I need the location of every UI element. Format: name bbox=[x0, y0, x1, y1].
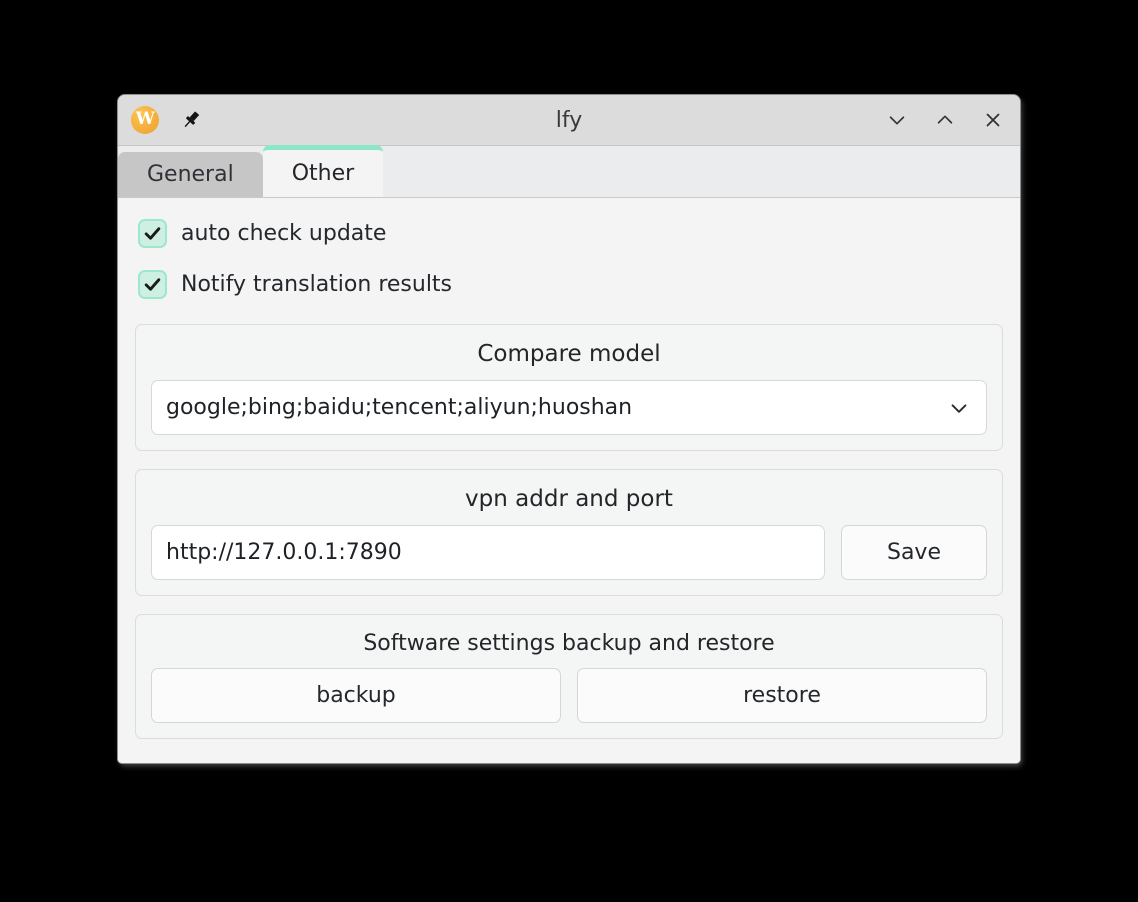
restore-button[interactable]: restore bbox=[577, 668, 987, 723]
backup-restore-group: Software settings backup and restore bac… bbox=[135, 614, 1003, 739]
chevron-down-icon bbox=[889, 116, 905, 125]
close-button[interactable] bbox=[978, 105, 1008, 135]
chevron-up-icon bbox=[937, 115, 953, 124]
compare-model-select[interactable]: google;bing;baidu;tencent;aliyun;huoshan bbox=[151, 380, 987, 435]
option-label: Notify translation results bbox=[181, 271, 453, 297]
compare-model-group: Compare model google;bing;baidu;tencent;… bbox=[135, 324, 1003, 451]
vpn-title: vpn addr and port bbox=[465, 486, 673, 512]
compare-model-title: Compare model bbox=[477, 341, 661, 367]
minimize-button[interactable] bbox=[882, 105, 912, 135]
option-label: auto check update bbox=[181, 220, 387, 246]
option-auto-check-update[interactable]: auto check update bbox=[135, 213, 1003, 253]
check-icon bbox=[144, 277, 161, 291]
checkbox-checked-icon[interactable] bbox=[138, 269, 167, 299]
backup-restore-row: backup restore bbox=[151, 668, 987, 723]
tab-other[interactable]: Other bbox=[262, 145, 384, 197]
save-button[interactable]: Save bbox=[841, 525, 987, 580]
vpn-address-input[interactable] bbox=[151, 525, 825, 580]
application-window: W lfy General Other auto check update No… bbox=[118, 95, 1020, 763]
backup-restore-title: Software settings backup and restore bbox=[363, 631, 775, 656]
backup-button[interactable]: backup bbox=[151, 668, 561, 723]
tab-bar: General Other bbox=[118, 145, 1020, 198]
maximize-button[interactable] bbox=[930, 105, 960, 135]
chevron-down-icon[interactable] bbox=[946, 395, 972, 421]
option-notify-translation-results[interactable]: Notify translation results bbox=[135, 264, 1003, 304]
settings-content: auto check update Notify translation res… bbox=[118, 198, 1020, 763]
vpn-row: Save bbox=[151, 525, 987, 580]
vpn-group: vpn addr and port Save bbox=[135, 469, 1003, 596]
app-logo-w-icon: W bbox=[131, 106, 159, 134]
check-icon bbox=[144, 226, 161, 240]
desktop-background: W lfy General Other auto check update No… bbox=[0, 0, 1138, 902]
close-icon bbox=[986, 113, 1000, 127]
app-logo-letter: W bbox=[135, 109, 155, 129]
window-controls bbox=[882, 105, 1008, 135]
checkbox-checked-icon[interactable] bbox=[138, 218, 167, 248]
compare-model-value: google;bing;baidu;tencent;aliyun;huoshan bbox=[166, 395, 633, 420]
tab-general[interactable]: General bbox=[118, 152, 263, 197]
pin-icon[interactable] bbox=[176, 105, 206, 135]
window-titlebar: W lfy bbox=[118, 95, 1020, 146]
